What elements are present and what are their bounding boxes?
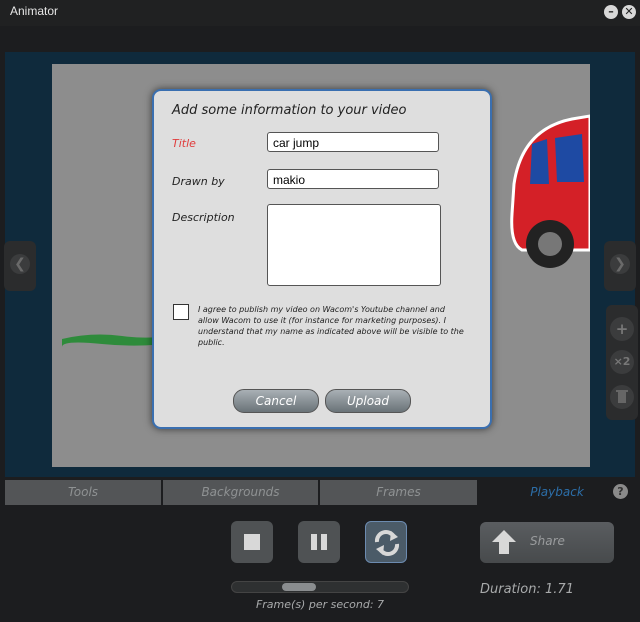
stop-icon — [244, 534, 260, 550]
drawn-by-label: Drawn by — [172, 175, 225, 188]
minimize-button[interactable]: – — [604, 5, 618, 19]
fps-label: Frame(s) per second: 7 — [255, 598, 385, 611]
drawn-by-input[interactable]: makio — [267, 169, 439, 189]
frame-tools: + ×2 — [606, 305, 638, 420]
tab-backgrounds[interactable]: Backgrounds — [163, 480, 318, 505]
video-info-dialog: Add some information to your video Title… — [152, 89, 492, 429]
loop-toggle[interactable] — [365, 521, 407, 563]
window-title: Animator — [10, 4, 59, 18]
trash-icon — [616, 390, 628, 403]
duplicate-frame-button[interactable]: ×2 — [610, 350, 634, 374]
title-label: Title — [172, 137, 196, 150]
duration-label: Duration: 1.71 — [480, 582, 574, 597]
tab-frames[interactable]: Frames — [320, 480, 477, 505]
prev-frame-button[interactable]: ❮ — [4, 241, 36, 291]
stop-button[interactable] — [231, 521, 273, 563]
tab-playback[interactable]: Playback — [479, 480, 635, 505]
next-frame-button[interactable]: ❯ — [604, 241, 636, 291]
upload-button[interactable]: Upload — [325, 389, 411, 413]
tab-bar: Tools Backgrounds Frames Playback — [5, 480, 635, 505]
agreement-text: I agree to publish my video on Wacom's Y… — [198, 305, 464, 347]
chevron-right-icon: ❯ — [610, 254, 630, 274]
delete-frame-button[interactable] — [610, 385, 634, 409]
share-button[interactable]: Share — [480, 522, 614, 563]
title-input[interactable]: car jump — [267, 132, 439, 152]
agree-checkbox[interactable] — [173, 304, 189, 320]
loop-icon — [374, 530, 400, 556]
truck-drawing — [510, 114, 590, 268]
close-button[interactable]: ✕ — [622, 5, 636, 19]
tab-tools[interactable]: Tools — [5, 480, 161, 505]
chevron-left-icon: ❮ — [10, 254, 30, 274]
description-label: Description — [172, 211, 235, 224]
fps-slider[interactable] — [231, 581, 409, 593]
help-button[interactable]: ? — [613, 484, 628, 499]
dialog-title: Add some information to your video — [172, 103, 407, 118]
pause-button[interactable] — [298, 521, 340, 563]
upload-arrow-icon — [492, 530, 516, 554]
add-frame-button[interactable]: + — [610, 317, 634, 341]
share-label: Share — [530, 534, 565, 548]
fps-slider-knob[interactable] — [282, 583, 316, 591]
pause-icon — [311, 534, 327, 550]
description-textarea[interactable] — [267, 204, 441, 286]
cancel-button[interactable]: Cancel — [233, 389, 319, 413]
title-bar: Animator – ✕ — [0, 0, 640, 26]
